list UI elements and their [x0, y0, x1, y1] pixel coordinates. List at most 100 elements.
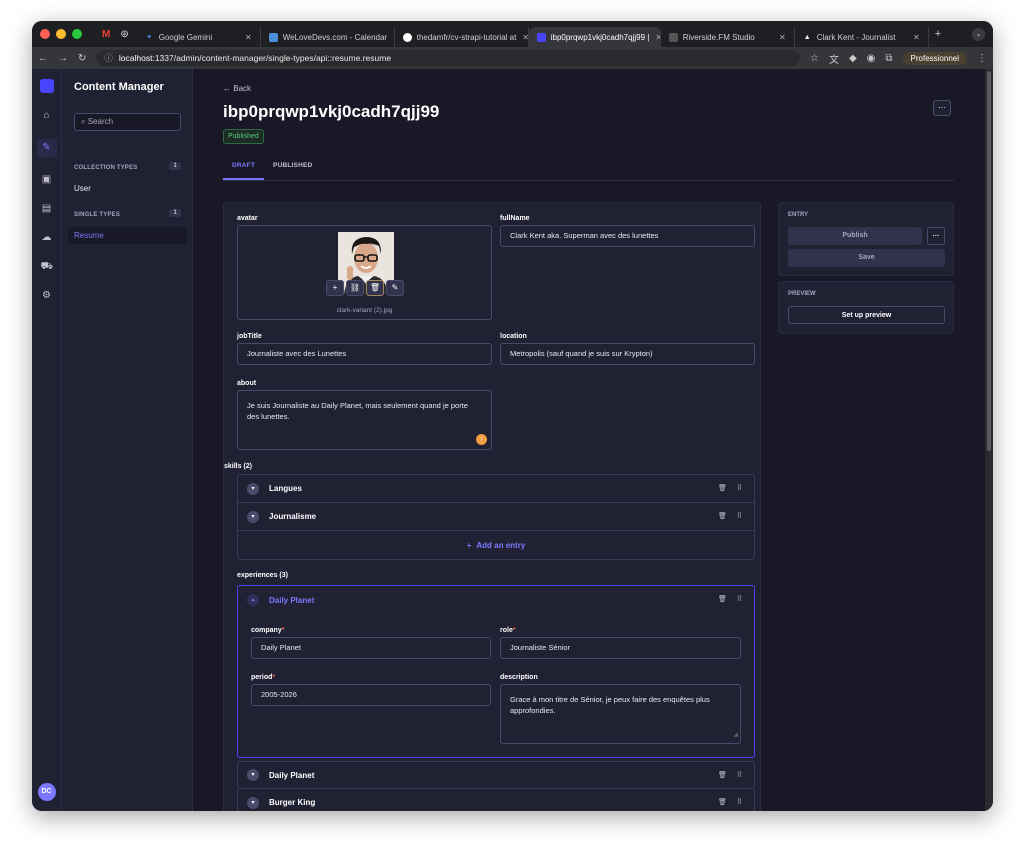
gmail-icon[interactable]: M [102, 29, 110, 40]
close-tab-icon[interactable]: ✕ [239, 33, 252, 42]
jobtitle-input[interactable]: Journaliste avec des Lunettes [237, 343, 492, 365]
page-scrollbar[interactable] [985, 69, 993, 811]
version-tabs: DRAFT PUBLISHED [223, 159, 321, 180]
trash-icon[interactable]: 🗑 [718, 771, 727, 779]
browser-tab[interactable]: ✦ Google Gemini ✕ [137, 27, 261, 47]
role-label-text: role [500, 627, 513, 634]
trash-icon[interactable]: 🗑 [718, 798, 727, 806]
about-textarea[interactable]: Je suis Journaliste au Daily Planet, mai… [237, 390, 492, 450]
media-library-icon[interactable]: ▣ [41, 174, 53, 186]
preview-heading: PREVIEW [788, 291, 816, 297]
description-textarea[interactable]: Grace à mon titre de Sénior, je peux fai… [500, 684, 741, 744]
browser-tab-bar: M ⊛ ✦ Google Gemini ✕ WeLoveDevs.com - C… [32, 21, 993, 47]
chevron-down-icon[interactable]: ▾ [247, 482, 259, 495]
trash-icon[interactable]: 🗑 [718, 484, 727, 492]
marketplace-cart-icon[interactable]: ⛟ [41, 261, 54, 273]
close-tab-icon[interactable]: ✕ [773, 33, 786, 42]
location-input[interactable]: Metropolis (sauf quand je suis sur Krypt… [500, 343, 755, 365]
sidebar-item-resume[interactable]: Resume [68, 227, 187, 244]
experience-header[interactable]: ▴ Daily Planet 🗑 ⠿ [238, 586, 754, 614]
chevron-down-icon[interactable]: ▾ [247, 769, 259, 781]
edit-media-icon[interactable]: ✎ [386, 280, 404, 296]
content-manager-icon[interactable]: ✎ [36, 139, 57, 157]
chevron-down-icon[interactable]: ▾ [247, 796, 259, 809]
chevron-down-icon[interactable]: ▾ [247, 510, 259, 523]
experience-title: Daily Planet [269, 770, 315, 780]
browser-tab-active[interactable]: ibp0prqwp1vkj0cadh7qjj99 | ✕ [528, 27, 661, 47]
maximize-window-button[interactable] [72, 29, 82, 39]
camera-icon[interactable]: ◉ [867, 53, 876, 64]
openai-icon[interactable]: ⊛ [120, 29, 128, 40]
forward-arrow-icon[interactable]: → [58, 53, 68, 64]
puzzle-icon[interactable]: ⧉ [885, 53, 892, 64]
tab-search-button[interactable]: ⌄ [972, 27, 985, 41]
add-media-icon[interactable]: + [326, 280, 344, 296]
home-icon[interactable]: ⌂ [41, 110, 53, 122]
bookmark-star-icon[interactable]: ☆ [810, 53, 819, 64]
address-bar[interactable]: ⓘ localhost :1337/admin/content-manager/… [96, 50, 800, 66]
profile-button[interactable]: Professionnel [902, 51, 967, 65]
back-arrow-icon[interactable]: ← [38, 53, 48, 64]
avatar-media-field[interactable]: + ⛓ 🗑 ✎ clark-variant (2).jpg [237, 225, 492, 320]
drag-handle-icon[interactable]: ⠿ [737, 595, 742, 603]
experience-row[interactable]: ▾ Daily Planet 🗑 ⠿ [237, 761, 755, 789]
grammar-assist-icon[interactable]: ↑ [476, 434, 487, 445]
window-controls [32, 29, 102, 39]
add-entry-button[interactable]: + Add an entry [238, 531, 754, 559]
browser-tab[interactable]: WeLoveDevs.com - Calendar ✕ [261, 27, 395, 47]
close-tab-icon[interactable]: ✕ [649, 33, 659, 42]
content-type-builder-icon[interactable]: ▤ [41, 203, 53, 215]
back-link[interactable]: ← Back [223, 84, 251, 93]
translate-icon[interactable]: 文 [829, 51, 839, 66]
trash-icon[interactable]: 🗑 [718, 595, 727, 603]
experience-expanded: ▴ Daily Planet 🗑 ⠿ company* Daily Planet … [237, 585, 755, 758]
triangle-icon: ▲ [803, 33, 811, 41]
calendar-icon [268, 32, 278, 42]
chevron-up-icon[interactable]: ▴ [247, 594, 259, 606]
drag-handle-icon[interactable]: ⠿ [737, 512, 742, 520]
close-tab-icon[interactable]: ✕ [907, 33, 920, 42]
drag-handle-icon[interactable]: ⠿ [737, 484, 742, 492]
drag-handle-icon[interactable]: ⠿ [737, 798, 742, 806]
new-tab-button[interactable]: + [935, 28, 941, 40]
scrollbar-thumb[interactable] [987, 71, 991, 451]
close-window-button[interactable] [40, 29, 50, 39]
reload-icon[interactable]: ↻ [78, 53, 86, 64]
strapi-logo-icon[interactable] [39, 79, 54, 93]
extension-icon[interactable]: ◆ [849, 53, 857, 64]
close-tab-icon[interactable]: ✕ [516, 33, 527, 42]
close-tab-icon[interactable]: ✕ [387, 33, 394, 42]
settings-gear-icon[interactable]: ⚙ [41, 290, 53, 302]
collection-types-count: 1 [169, 162, 181, 170]
browser-tab[interactable]: thedamfr/cv-strapi-tutorial at ✕ [395, 27, 529, 47]
period-input[interactable]: 2005-2026 [251, 684, 491, 706]
browser-tab[interactable]: ▲ Clark Kent - Journalist ✕ [795, 27, 929, 47]
resize-grip-icon[interactable]: ◢ [733, 730, 738, 741]
publish-button[interactable]: Publish [788, 227, 922, 245]
drag-handle-icon[interactable]: ⠿ [737, 771, 742, 779]
minimize-window-button[interactable] [56, 29, 66, 39]
skill-row[interactable]: ▾ Langues 🗑 ⠿ [238, 475, 754, 503]
tab-draft[interactable]: DRAFT [223, 159, 265, 180]
sidebar-item-user[interactable]: User [68, 180, 187, 197]
browser-tab[interactable]: Riverside.FM Studio ✕ [661, 27, 795, 47]
experience-row[interactable]: ▾ Burger King 🗑 ⠿ [237, 789, 755, 811]
tab-published[interactable]: PUBLISHED [264, 159, 321, 180]
fullname-input[interactable]: Clark Kent aka. Superman avec des lunett… [500, 225, 755, 247]
save-button[interactable]: Save [788, 249, 945, 267]
skill-row[interactable]: ▾ Journalisme 🗑 ⠿ [238, 503, 754, 531]
role-input[interactable]: Journaliste Sénior [500, 637, 741, 659]
more-actions-button[interactable]: ··· [933, 100, 951, 116]
trash-icon[interactable]: 🗑 [718, 512, 727, 520]
menu-icon[interactable]: ⋮ [977, 53, 987, 64]
sidebar-title: Content Manager [74, 81, 164, 93]
company-input[interactable]: Daily Planet [251, 637, 491, 659]
entry-more-button[interactable]: ··· [927, 227, 945, 245]
site-info-icon[interactable]: ⓘ [104, 52, 113, 64]
delete-media-icon[interactable]: 🗑 [366, 280, 384, 296]
sidebar-search-input[interactable]: ⌕ Search [74, 113, 181, 131]
setup-preview-button[interactable]: Set up preview [788, 306, 945, 324]
cloud-icon[interactable]: ☁ [41, 232, 53, 244]
copy-link-icon[interactable]: ⛓ [346, 280, 364, 296]
user-avatar[interactable]: DC [37, 783, 56, 801]
